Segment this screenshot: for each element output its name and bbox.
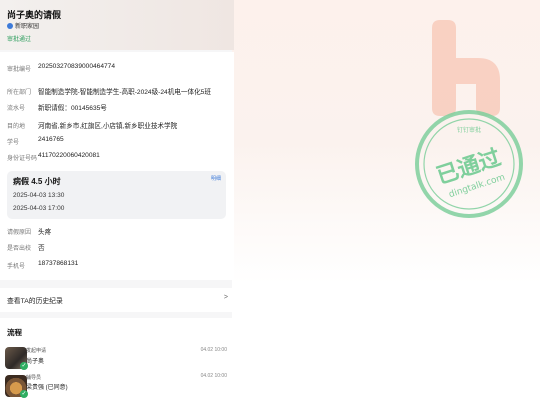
field-leave-reason: 请假原因 头疼 (7, 229, 52, 236)
field-destination: 目的地 河南省,新乡市,红旗区,小店镇,新乡职业技术学院 (7, 123, 178, 130)
check-icon: ✓ (20, 390, 28, 398)
field-phone: 手机号 18737868131 (7, 260, 79, 270)
leave-summary-card: 病假 4.5 小时 明细 2025-04-03 13:30 2025-04-03… (7, 171, 226, 219)
approval-header: 尚子奥的请假 新职家园 审批通过 (0, 0, 234, 50)
approval-flow: 流程 ✓ 发起申请 尚子奥 04.02 10:00 ✓ 辅导员 梁贵强 (已同意… (0, 318, 234, 405)
dingtalk-logo-watermark (432, 20, 500, 116)
field-student-id: 学号 2416765 (7, 136, 64, 146)
flow-step-name: 尚子奥 (26, 359, 45, 365)
avatar: ✓ (5, 347, 28, 370)
flow-step-name: 梁贵强 (已同意) (26, 385, 68, 391)
chevron-right-icon: > (223, 294, 228, 301)
field-serial-number: 流水号 新职请假：00145635号 (7, 105, 107, 112)
leave-detail-link[interactable]: 明细 (211, 175, 221, 182)
flow-step-action: 发起申请 (26, 348, 47, 354)
avatar: ✓ (5, 375, 28, 398)
leave-start-time: 2025-04-03 13:30 (13, 192, 65, 199)
history-label: 查看TA的历史纪录 (7, 298, 63, 305)
field-leave-campus: 是否出校 否 (7, 245, 45, 252)
page-title: 尚子奥的请假 (7, 10, 62, 20)
flow-step-time: 04.02 10:00 (200, 373, 227, 379)
flow-step-time: 04.02 10:00 (200, 347, 227, 353)
leave-type: 病假 4.5 小时 (13, 177, 61, 186)
field-approval-number: 审批编号 202503270839000464774 (7, 63, 116, 73)
field-id-card: 身份证号码 411702200604200​81 (7, 152, 100, 162)
stamp-top-text: 钉钉审批 (457, 126, 481, 134)
status-badge: 审批通过 (7, 37, 32, 43)
flow-step-action: 辅导员 (26, 375, 42, 381)
flow-title: 流程 (7, 328, 22, 337)
form-details: 审批编号 202503270839000464774 所在部门 智能制造学院-智… (0, 52, 234, 280)
department-tag: 新职家园 (7, 21, 39, 30)
approved-stamp: 钉钉审批 已通过 dingtalk.com (415, 110, 523, 218)
department-label: 新职家园 (15, 24, 40, 30)
history-link[interactable]: 查看TA的历史纪录 > (0, 288, 234, 312)
field-department: 所在部门 智能制造学院-智能制造学生-高职-2024级-24机电一体化5班 (7, 89, 211, 96)
org-icon (7, 22, 13, 29)
leave-end-time: 2025-04-03 17:00 (13, 205, 65, 212)
